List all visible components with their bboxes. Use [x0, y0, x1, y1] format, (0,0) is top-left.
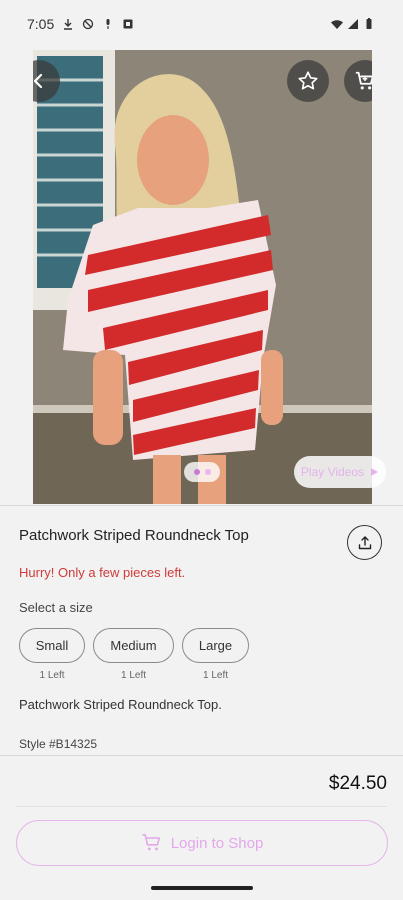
- status-time: 7:05: [27, 16, 55, 32]
- image-pager[interactable]: [184, 462, 220, 482]
- play-videos-label: Play Videos: [300, 465, 365, 479]
- product-image: [33, 50, 372, 504]
- size-large-button[interactable]: Large: [182, 628, 249, 663]
- divider: [0, 755, 403, 756]
- wifi-icon: [331, 20, 343, 29]
- status-bar: 7:05: [0, 0, 403, 48]
- size-medium-button[interactable]: Medium: [93, 628, 174, 663]
- select-size-label: Select a size: [19, 600, 93, 615]
- stock-notice: Hurry! Only a few pieces left.: [19, 565, 186, 580]
- product-title: Patchwork Striped Roundneck Top: [19, 527, 249, 544]
- play-icon: [371, 468, 379, 476]
- login-to-shop-button[interactable]: Login to Shop: [16, 820, 388, 866]
- share-icon: [358, 535, 371, 549]
- size-option: Large 1 Left: [182, 628, 249, 681]
- app-icon: [123, 19, 133, 29]
- divider: [0, 505, 403, 506]
- divider: [16, 806, 387, 807]
- login-to-shop-label: Login to Shop: [170, 834, 264, 852]
- size-small-button[interactable]: Small: [19, 628, 85, 663]
- download-icon: [64, 19, 73, 30]
- size-options: Small 1 Left Medium 1 Left Large 1 Left: [19, 628, 249, 681]
- size-stock: 1 Left: [202, 670, 229, 681]
- mic-off-icon: [106, 19, 110, 29]
- back-arrow-icon: [33, 73, 43, 89]
- share-button[interactable]: [347, 525, 382, 560]
- star-icon: [298, 71, 318, 90]
- size-option: Small 1 Left: [19, 628, 85, 681]
- cart-icon: [142, 834, 160, 851]
- pager-dot: [204, 469, 211, 475]
- signal-icon: [348, 19, 358, 29]
- play-videos-button[interactable]: Play Videos: [294, 456, 386, 488]
- favorite-button[interactable]: [287, 60, 329, 102]
- size-stock: 1 Left: [120, 670, 147, 681]
- style-number: Style #B14325: [19, 737, 98, 751]
- size-stock: 1 Left: [39, 670, 65, 681]
- pager-dot-active: [193, 469, 200, 475]
- cart-icon: [355, 71, 372, 90]
- product-photo[interactable]: [33, 50, 372, 504]
- home-indicator[interactable]: [151, 886, 253, 890]
- battery-icon: [366, 18, 372, 29]
- product-description: Patchwork Striped Roundneck Top.: [19, 697, 222, 712]
- price: $24.50: [328, 773, 387, 794]
- size-option: Medium 1 Left: [93, 628, 174, 681]
- shield-icon: [83, 18, 94, 30]
